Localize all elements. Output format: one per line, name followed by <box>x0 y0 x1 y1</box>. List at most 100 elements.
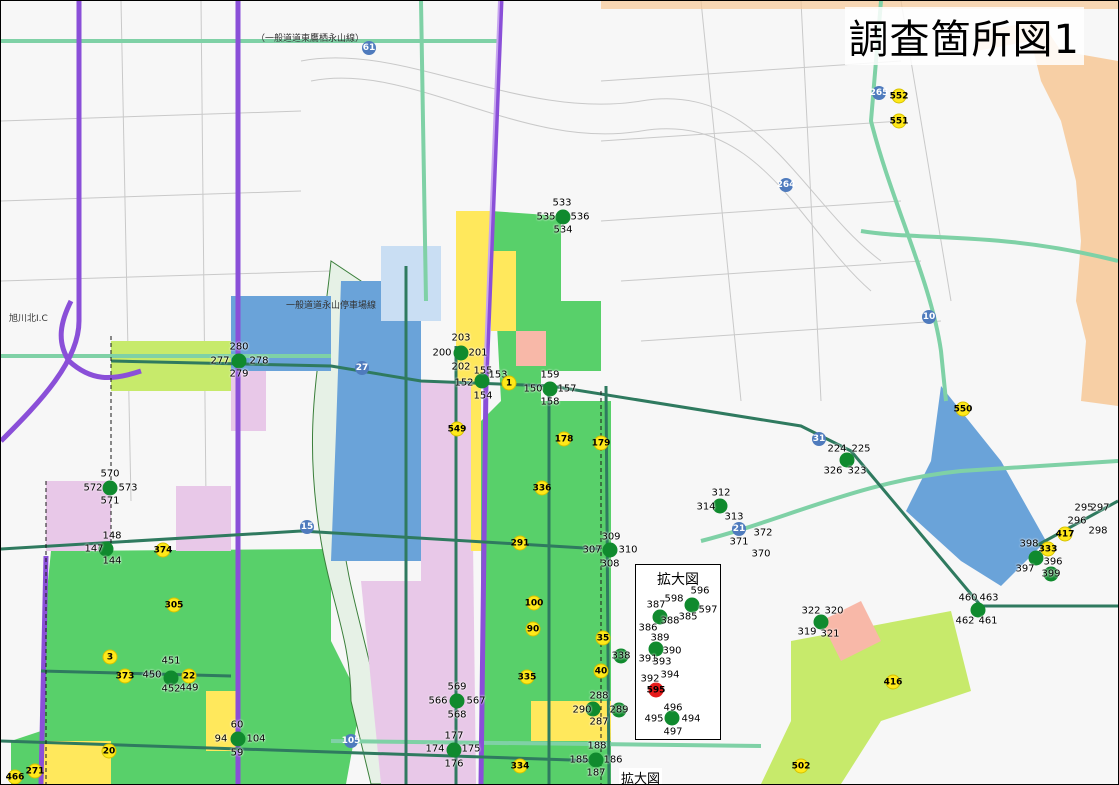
point-label: 495 <box>644 713 664 725</box>
point-label: 159 <box>540 369 560 381</box>
point-label: 312 <box>711 487 731 499</box>
route-marker[interactable]: 15 <box>300 520 314 534</box>
point-label: 598 <box>664 593 684 605</box>
yellow-point[interactable]: 417 <box>1056 526 1074 542</box>
point-label: 279 <box>229 368 249 380</box>
inset-enlarged-view[interactable]: 拡大図 596 598 597 387 385 386 388 389 390 … <box>635 564 721 740</box>
route-marker[interactable]: 10 <box>922 310 936 324</box>
point-label: 389 <box>650 632 670 644</box>
yellow-point[interactable]: 178 <box>555 431 573 447</box>
point-label: 308 <box>600 558 620 570</box>
point-label: 314 <box>696 501 716 513</box>
point-label: 390 <box>662 645 682 657</box>
point-label: 320 <box>824 605 844 617</box>
survey-point[interactable] <box>446 742 461 757</box>
yellow-point[interactable]: 374 <box>154 542 172 558</box>
point-label: 452 <box>161 683 181 695</box>
point-label: 392 <box>640 673 660 685</box>
yellow-point[interactable]: 333 <box>1039 541 1057 557</box>
point-label: 571 <box>100 495 120 507</box>
survey-point[interactable] <box>102 480 118 496</box>
yellow-point[interactable]: 552 <box>890 88 908 104</box>
point-label: 393 <box>652 656 672 668</box>
yellow-point[interactable]: 20 <box>101 743 117 759</box>
route-marker[interactable]: 21 <box>732 522 746 536</box>
point-label: 535 <box>536 211 556 223</box>
point-label: 187 <box>586 767 606 779</box>
yellow-point[interactable]: 100 <box>525 595 543 611</box>
point-label: 460 <box>958 592 978 604</box>
point-label: 296 <box>1067 515 1087 527</box>
point-label: 150 <box>523 383 543 395</box>
point-label: 387 <box>646 599 666 611</box>
point-label: 297 <box>1090 502 1110 514</box>
yellow-point[interactable]: 1 <box>501 375 517 391</box>
point-label: 177 <box>444 730 464 742</box>
point-label: 313 <box>724 511 744 523</box>
yellow-point[interactable]: 3 <box>102 649 118 665</box>
yellow-point[interactable]: 551 <box>890 113 908 129</box>
yellow-point[interactable]: 22 <box>181 668 197 684</box>
survey-point[interactable] <box>230 731 246 747</box>
survey-point[interactable] <box>542 381 558 397</box>
point-label: 287 <box>589 716 609 728</box>
yellow-point[interactable]: 305 <box>165 597 183 613</box>
survey-point[interactable] <box>588 752 604 768</box>
route-marker[interactable]: 105 <box>342 734 360 748</box>
road-label-61: （一般道道東鷹栖永山線） <box>256 34 365 44</box>
point-label: 496 <box>663 702 683 714</box>
point-label: 323 <box>847 465 867 477</box>
survey-point[interactable] <box>449 693 465 709</box>
zone-residential-center <box>421 381 476 784</box>
yellow-point[interactable]: 416 <box>884 674 902 690</box>
point-label: 280 <box>229 341 249 353</box>
enlarged-view-callout: 拡大図 <box>619 768 663 784</box>
route-marker[interactable]: 265 <box>870 86 888 100</box>
survey-point[interactable] <box>602 542 618 558</box>
inset-red-point[interactable]: 595 <box>647 682 665 698</box>
yellow-point[interactable]: 550 <box>954 401 972 417</box>
yellow-point[interactable]: 334 <box>511 758 529 774</box>
survey-point[interactable] <box>453 345 468 361</box>
yellow-point[interactable]: 549 <box>448 421 466 437</box>
yellow-point[interactable]: 502 <box>792 758 810 774</box>
yellow-point[interactable]: 291 <box>511 535 529 551</box>
yellow-point[interactable]: 336 <box>533 480 551 496</box>
route-marker[interactable]: 61 <box>362 41 376 55</box>
point-label: 277 <box>210 355 230 367</box>
point-label: 338 <box>611 650 631 662</box>
point-label: 202 <box>451 361 471 373</box>
zone-business-east <box>906 386 1046 586</box>
survey-point[interactable] <box>231 353 247 369</box>
yellow-point[interactable]: 40 <box>593 663 609 679</box>
point-label: 372 <box>753 527 773 539</box>
yellow-point[interactable]: 90 <box>525 621 541 637</box>
route-marker[interactable]: 31 <box>812 432 826 446</box>
yellow-point[interactable]: 373 <box>116 668 134 684</box>
point-label: 461 <box>978 615 998 627</box>
route-marker[interactable]: 264 <box>777 178 795 192</box>
yellow-point[interactable]: 335 <box>518 669 536 685</box>
inset-point[interactable] <box>684 597 700 613</box>
survey-location-map[interactable]: 調査箇所図1 （一般道道東鷹栖永山線） 一般道道永山停車場線 旭川北I.C 53… <box>0 0 1119 785</box>
point-label: 174 <box>425 743 445 755</box>
point-label: 463 <box>979 592 999 604</box>
point-label: 60 <box>230 719 244 731</box>
point-label: 326 <box>823 465 843 477</box>
point-label: 462 <box>955 615 975 627</box>
point-label: 298 <box>1088 525 1108 537</box>
route-marker[interactable]: 27 <box>355 361 369 375</box>
point-label: 310 <box>618 544 638 556</box>
point-label: 370 <box>751 548 771 560</box>
yellow-point[interactable]: 179 <box>592 435 610 451</box>
survey-point[interactable] <box>555 209 571 225</box>
point-label: 225 <box>851 443 871 455</box>
yellow-point[interactable]: 271 <box>26 763 44 779</box>
point-label: 186 <box>603 754 623 766</box>
road-label-ic: 旭川北I.C <box>9 314 48 324</box>
yellow-point[interactable]: 35 <box>595 630 611 646</box>
point-label: 104 <box>246 733 266 745</box>
yellow-point[interactable]: 466 <box>6 769 24 784</box>
road-label-27: 一般道道永山停車場線 <box>286 301 377 311</box>
point-label: 148 <box>102 530 122 542</box>
